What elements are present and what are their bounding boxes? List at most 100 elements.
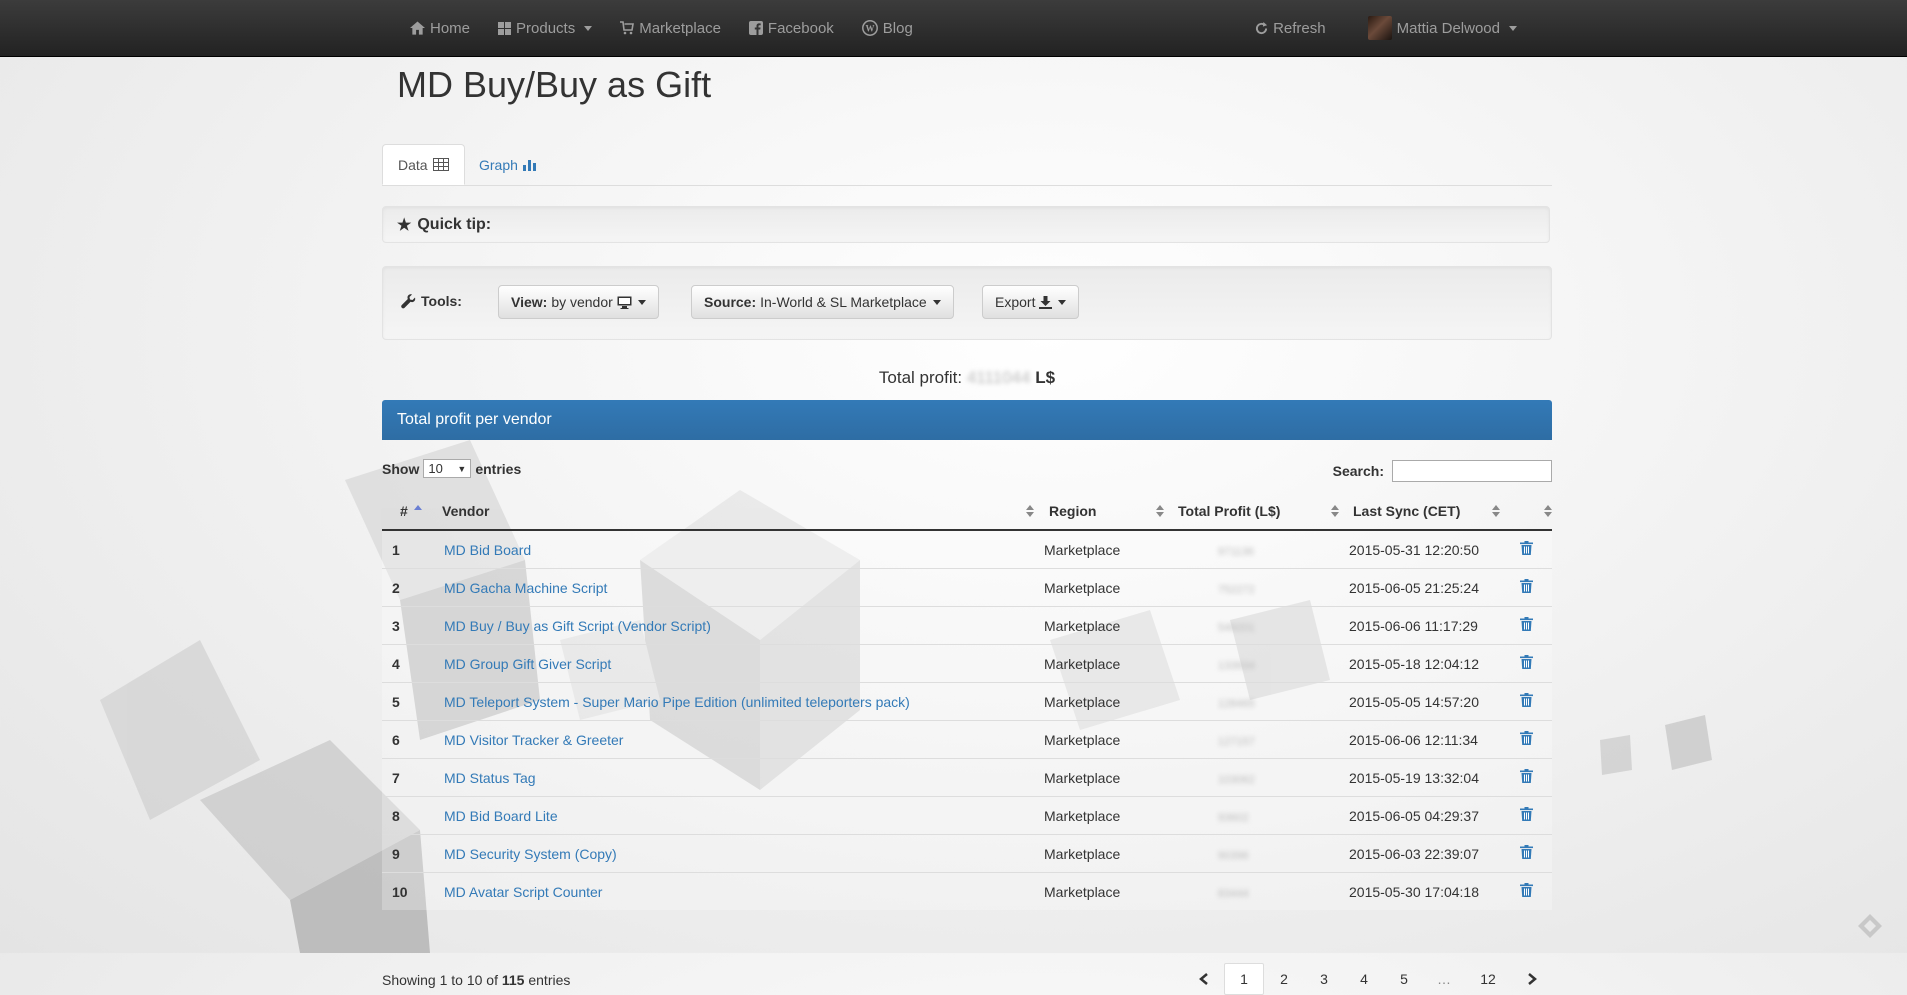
vendor-link[interactable]: MD Security System (Copy)	[444, 846, 617, 862]
trash-icon[interactable]	[1520, 731, 1533, 745]
vendor-link[interactable]: MD Visitor Tracker & Greeter	[444, 732, 623, 748]
profit-cell: 549201	[1164, 606, 1339, 645]
sync-cell: 2015-06-06 11:17:29	[1339, 606, 1504, 645]
column-header-vendor[interactable]: Vendor	[434, 492, 1034, 531]
pagination-page-5[interactable]: 5	[1384, 963, 1424, 995]
nav-blog[interactable]: W Blog	[848, 20, 927, 37]
nav-refresh-label: Refresh	[1273, 19, 1326, 37]
delete-cell	[1504, 872, 1552, 910]
column-header-actions[interactable]	[1504, 492, 1552, 531]
vendor-cell: MD Gacha Machine Script	[434, 568, 1034, 607]
vendor-cell: MD Bid Board Lite	[434, 796, 1034, 835]
profit-value: 93602	[1218, 811, 1249, 824]
pagination-next[interactable]	[1512, 963, 1552, 995]
sync-cell: 2015-05-31 12:20:50	[1339, 529, 1504, 569]
vendor-link[interactable]: MD Teleport System - Super Mario Pipe Ed…	[444, 694, 910, 710]
region-cell: Marketplace	[1034, 758, 1164, 797]
chevron-down-icon	[1509, 25, 1517, 31]
search-label: Search:	[1332, 463, 1384, 479]
quick-tip-panel[interactable]: ★ Quick tip:	[382, 206, 1550, 243]
svg-text:W: W	[865, 24, 874, 34]
view-dropdown-button[interactable]: View: by vendor	[498, 285, 659, 319]
delete-cell	[1504, 568, 1552, 607]
profit-cell: 752272	[1164, 568, 1339, 607]
column-header-vendor-label: Vendor	[442, 502, 490, 519]
sync-cell: 2015-06-03 22:39:07	[1339, 834, 1504, 873]
vendor-link[interactable]: MD Buy / Buy as Gift Script (Vendor Scri…	[444, 618, 711, 634]
row-number: 4	[382, 644, 434, 683]
total-profit-unit: L$	[1035, 368, 1056, 387]
region-cell: Marketplace	[1034, 872, 1164, 910]
pagination-previous[interactable]	[1184, 963, 1224, 995]
pagination-page-2[interactable]: 2	[1264, 963, 1304, 995]
user-menu-dropdown[interactable]: Mattia Delwood	[1354, 16, 1531, 40]
entries-select[interactable]: 10 ▼	[423, 459, 472, 478]
nav-marketplace[interactable]: Marketplace	[606, 20, 735, 37]
tab-data[interactable]: Data	[382, 144, 465, 185]
trash-icon[interactable]	[1520, 617, 1533, 631]
delete-cell	[1504, 796, 1552, 835]
sync-cell: 2015-06-05 21:25:24	[1339, 568, 1504, 607]
sync-cell: 2015-05-30 17:04:18	[1339, 872, 1504, 910]
vendor-link[interactable]: MD Bid Board Lite	[444, 808, 558, 824]
row-number: 5	[382, 682, 434, 721]
vendor-cell: MD Buy / Buy as Gift Script (Vendor Scri…	[434, 606, 1034, 645]
tab-data-label: Data	[398, 156, 428, 173]
vendor-link[interactable]: MD Status Tag	[444, 770, 536, 786]
tab-graph[interactable]: Graph	[464, 144, 551, 185]
trash-icon[interactable]	[1520, 883, 1533, 897]
nav-refresh[interactable]: Refresh	[1241, 20, 1340, 37]
table-row: 2 MD Gacha Machine Script Marketplace 75227…	[382, 568, 1552, 607]
user-name: Mattia Delwood	[1396, 19, 1500, 37]
vendor-link[interactable]: MD Avatar Script Counter	[444, 884, 602, 900]
nav-products-dropdown[interactable]: Products	[484, 20, 606, 37]
vendor-link[interactable]: MD Gacha Machine Script	[444, 580, 607, 596]
table-search: Search:	[1333, 460, 1552, 482]
trash-icon[interactable]	[1520, 541, 1533, 555]
bar-chart-icon	[522, 160, 536, 171]
pagination-page-12[interactable]: 12	[1464, 963, 1512, 995]
refresh-icon	[1256, 21, 1268, 34]
feedly-icon[interactable]	[1856, 912, 1884, 943]
vendor-link[interactable]: MD Bid Board	[444, 542, 531, 558]
nav-home[interactable]: Home	[396, 20, 484, 37]
trash-icon[interactable]	[1520, 579, 1533, 593]
trash-icon[interactable]	[1520, 769, 1533, 783]
row-number: 10	[382, 872, 434, 910]
delete-cell	[1504, 529, 1552, 569]
trash-icon[interactable]	[1520, 807, 1533, 821]
show-label: Show	[382, 460, 420, 477]
table-info: Showing 1 to 10 of 115 entries	[382, 972, 570, 988]
table-row: 10 MD Avatar Script Counter Marketplace 834…	[382, 872, 1552, 910]
column-header-number[interactable]: #	[382, 492, 434, 531]
column-header-sync[interactable]: Last Sync (CET)	[1339, 492, 1504, 531]
pagination-page-3[interactable]: 3	[1304, 963, 1344, 995]
table-info-total: 115	[501, 972, 525, 988]
export-dropdown-button[interactable]: Export	[982, 285, 1080, 319]
chevron-right-icon	[1528, 973, 1537, 985]
trash-icon[interactable]	[1520, 693, 1533, 707]
sync-cell: 2015-05-19 13:32:04	[1339, 758, 1504, 797]
trash-icon[interactable]	[1520, 655, 1533, 669]
trash-icon[interactable]	[1520, 845, 1533, 859]
source-dropdown-button[interactable]: Source: In-World & SL Marketplace	[691, 285, 954, 319]
pagination-page-4[interactable]: 4	[1344, 963, 1384, 995]
row-number: 3	[382, 606, 434, 645]
region-cell: Marketplace	[1034, 529, 1164, 569]
nav-facebook[interactable]: Facebook	[735, 20, 848, 37]
table-row: 7 MD Status Tag Marketplace 103062 2015-05-1…	[382, 758, 1552, 797]
delete-cell	[1504, 606, 1552, 645]
sync-cell: 2015-05-05 14:57:20	[1339, 682, 1504, 721]
profit-cell: 103062	[1164, 758, 1339, 797]
profit-value: 127157	[1218, 735, 1255, 748]
region-cell: Marketplace	[1034, 606, 1164, 645]
nav-home-label: Home	[430, 19, 471, 37]
pagination-ellipsis: …	[1437, 971, 1451, 987]
pagination-page-1[interactable]: 1	[1224, 963, 1264, 995]
search-input[interactable]	[1392, 460, 1552, 482]
row-number: 6	[382, 720, 434, 759]
vendor-link[interactable]: MD Group Gift Giver Script	[444, 656, 611, 672]
profit-cell: 133934	[1164, 644, 1339, 683]
column-header-profit[interactable]: Total Profit (L$)	[1164, 492, 1339, 531]
column-header-region[interactable]: Region	[1034, 492, 1164, 531]
